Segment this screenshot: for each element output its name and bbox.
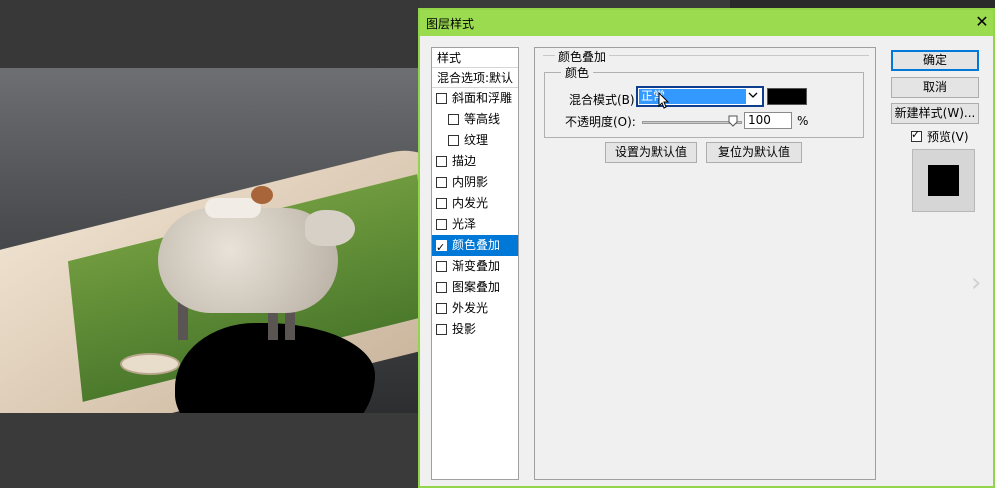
dialog-titlebar[interactable]: 图层样式 ✕ <box>420 10 993 36</box>
document-canvas[interactable] <box>0 68 420 413</box>
preview-swatch <box>928 165 959 196</box>
style-item-label: 外发光 <box>452 301 489 315</box>
blend-mode-select[interactable]: 正常 <box>636 86 764 107</box>
style-item-checkbox[interactable] <box>436 237 447 258</box>
opacity-label: 不透明度(O): <box>565 115 636 129</box>
ok-button[interactable]: 确定 <box>891 50 979 71</box>
set-default-button[interactable]: 设置为默认值 <box>605 142 697 163</box>
opacity-input[interactable]: 100 <box>744 112 792 129</box>
chevron-right-icon: › <box>971 268 982 298</box>
dialog-title: 图层样式 <box>426 17 475 31</box>
style-item[interactable]: 光泽 <box>432 214 518 235</box>
style-item[interactable]: 渐变叠加 <box>432 256 518 277</box>
style-item-label: 颜色叠加 <box>452 238 501 252</box>
style-item-label: 描边 <box>452 154 477 168</box>
overlay-color-swatch[interactable] <box>767 88 807 105</box>
blend-mode-value: 正常 <box>639 89 746 104</box>
style-item-label: 纹理 <box>464 133 489 147</box>
style-item[interactable]: 颜色叠加 <box>432 235 518 258</box>
style-item-checkbox[interactable] <box>436 261 447 272</box>
style-item[interactable]: 斜面和浮雕 <box>432 88 518 109</box>
reset-default-button[interactable]: 复位为默认值 <box>706 142 802 163</box>
sheep-head <box>305 210 355 246</box>
style-item-label: 等高线 <box>464 112 501 126</box>
style-item-label: 光泽 <box>452 217 477 231</box>
style-item-checkbox[interactable] <box>436 177 447 188</box>
dog-image <box>205 184 275 222</box>
style-item[interactable]: 外发光 <box>432 298 518 319</box>
style-item-checkbox[interactable] <box>448 114 459 125</box>
style-item[interactable]: 描边 <box>432 151 518 172</box>
style-item-label: 投影 <box>452 322 477 336</box>
slider-thumb-icon[interactable] <box>728 115 738 127</box>
workspace-background <box>0 413 420 488</box>
style-item[interactable]: 内阴影 <box>432 172 518 193</box>
chevron-down-icon[interactable] <box>746 89 760 104</box>
style-item-checkbox[interactable] <box>436 93 447 104</box>
dog-body <box>205 198 261 218</box>
subgroup-title: 颜色 <box>561 64 594 81</box>
color-overlay-panel: 颜色叠加 颜色 混合模式(B): 正常 不透明度(O): 100 % 设置为默认… <box>534 47 876 480</box>
style-item-checkbox[interactable] <box>436 324 447 335</box>
opacity-unit: % <box>797 114 809 128</box>
style-item-checkbox[interactable] <box>436 156 447 167</box>
style-item[interactable]: 等高线 <box>432 109 518 130</box>
preview-toggle[interactable]: 预览(V) <box>911 128 969 145</box>
style-item[interactable]: 投影 <box>432 319 518 340</box>
style-item-label: 渐变叠加 <box>452 259 501 273</box>
style-item-checkbox[interactable] <box>436 219 447 230</box>
style-item[interactable]: 图案叠加 <box>432 277 518 298</box>
mouse-cursor-icon <box>658 91 670 110</box>
blend-mode-label: 混合模式(B): <box>569 93 639 107</box>
phone-home-button <box>120 353 180 375</box>
style-item-label: 图案叠加 <box>452 280 501 294</box>
dog-head <box>251 186 273 204</box>
group-title: 颜色叠加 <box>555 48 610 65</box>
style-item-label: 内阴影 <box>452 175 489 189</box>
layer-style-dialog: 图层样式 ✕ 样式 混合选项:默认 斜面和浮雕等高线纹理描边内阴影内发光光泽颜色… <box>418 8 995 488</box>
style-item-checkbox[interactable] <box>436 198 447 209</box>
workspace-background <box>0 0 420 68</box>
blend-options-item[interactable]: 混合选项:默认 <box>432 68 518 88</box>
style-items: 斜面和浮雕等高线纹理描边内阴影内发光光泽颜色叠加渐变叠加图案叠加外发光投影 <box>432 88 518 340</box>
style-item[interactable]: 内发光 <box>432 193 518 214</box>
style-item-checkbox[interactable] <box>436 282 447 293</box>
style-item[interactable]: 纹理 <box>432 130 518 151</box>
cancel-button[interactable]: 取消 <box>891 77 979 98</box>
style-item-checkbox[interactable] <box>448 135 459 146</box>
style-item-label: 内发光 <box>452 196 489 210</box>
style-list: 样式 混合选项:默认 斜面和浮雕等高线纹理描边内阴影内发光光泽颜色叠加渐变叠加图… <box>431 47 519 480</box>
preview-label: 预览(V) <box>927 130 969 144</box>
style-preview-thumbnail <box>912 149 975 212</box>
style-list-header[interactable]: 样式 <box>432 48 518 68</box>
new-style-button[interactable]: 新建样式(W)... <box>891 103 979 124</box>
style-item-checkbox[interactable] <box>436 303 447 314</box>
style-item-label: 斜面和浮雕 <box>452 91 513 105</box>
close-icon[interactable]: ✕ <box>973 13 991 31</box>
preview-checkbox[interactable] <box>911 128 922 142</box>
opacity-slider[interactable] <box>642 121 742 124</box>
